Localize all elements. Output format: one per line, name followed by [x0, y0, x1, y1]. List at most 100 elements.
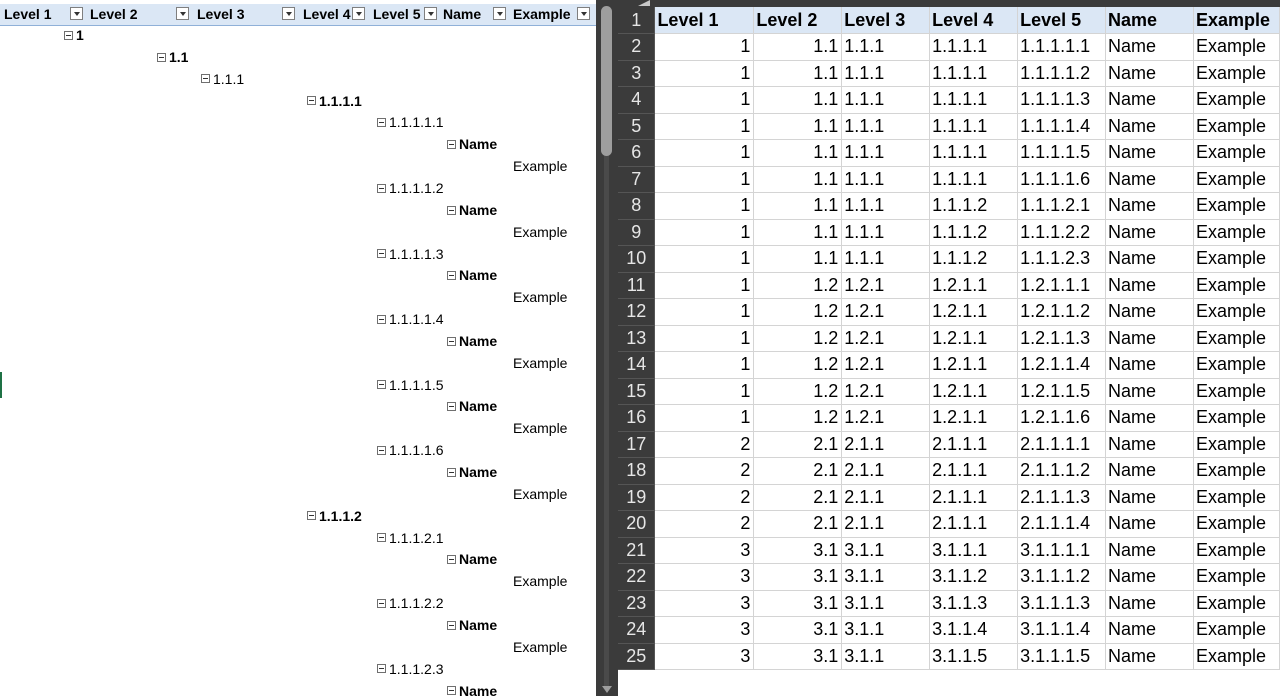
sheet-cell[interactable]: 3.1.1	[841, 537, 931, 564]
sheet-cell[interactable]: 2.1	[753, 431, 843, 458]
collapse-minus-icon[interactable]	[447, 555, 456, 565]
pivot-row[interactable]: 1.1.1.2.3	[377, 659, 444, 680]
sheet-cell[interactable]: Name	[1105, 378, 1194, 405]
collapse-minus-icon[interactable]	[447, 686, 456, 696]
sheet-cell[interactable]: 1	[654, 192, 755, 220]
row-number[interactable]: 1	[618, 7, 656, 34]
sheet-cell[interactable]: 1.2.1.1.2	[1017, 298, 1107, 326]
sheet-cell[interactable]: 2	[654, 510, 755, 538]
filter-dropdown-icon[interactable]	[577, 7, 590, 20]
sheet-cell[interactable]: 1.2.1.1.4	[1017, 351, 1107, 379]
pivot-row[interactable]: 1.1.1.1.3	[377, 244, 444, 265]
sheet-cell[interactable]: 2.1	[753, 484, 843, 511]
pivot-row[interactable]: 1.1.1.2.1	[377, 528, 444, 549]
row-number[interactable]: 4	[618, 86, 656, 114]
sheet-cell[interactable]: Example	[1193, 298, 1280, 326]
filter-dropdown-icon[interactable]	[424, 7, 437, 20]
sheet-cell[interactable]: 1	[654, 378, 755, 405]
sheet-cell[interactable]: 1.2	[753, 351, 843, 379]
sheet-cell[interactable]: 1.1.1.2	[929, 192, 1019, 220]
row-number[interactable]: 22	[618, 563, 656, 591]
sheet-cell[interactable]: 2	[654, 457, 755, 485]
row-number[interactable]: 15	[618, 378, 656, 405]
sheet-cell[interactable]: Name	[1105, 590, 1194, 617]
pivot-row[interactable]: Name	[447, 549, 497, 570]
filter-dropdown-icon[interactable]	[282, 7, 295, 20]
sheet-cell[interactable]: 1	[654, 113, 755, 140]
sheet-cell[interactable]: 1.2	[753, 325, 843, 352]
sheet-cell[interactable]: 1	[654, 86, 755, 114]
sheet-cell[interactable]: 3.1.1	[841, 616, 931, 644]
sheet-cell[interactable]: Example	[1193, 60, 1280, 87]
sheet-cell[interactable]: Example	[1193, 351, 1280, 379]
sheet-cell[interactable]: 1.2.1.1.3	[1017, 325, 1107, 352]
sheet-cell[interactable]: 3.1.1.4	[929, 616, 1019, 644]
sheet-cell[interactable]: Name	[1105, 484, 1194, 511]
pivot-row[interactable]: Name	[447, 681, 497, 696]
scroll-down-arrow-icon[interactable]	[602, 686, 612, 693]
row-number[interactable]: 11	[618, 272, 656, 299]
sheet-cell[interactable]: Example	[1193, 166, 1280, 193]
sheet-cell[interactable]: 1.2	[753, 298, 843, 326]
sheet-cell[interactable]: Example	[1193, 113, 1280, 140]
collapse-minus-icon[interactable]	[447, 140, 456, 150]
pivot-header-name[interactable]: Name	[439, 4, 509, 25]
sheet-cell[interactable]: 1.2.1	[841, 404, 931, 432]
collapse-minus-icon[interactable]	[377, 314, 386, 324]
row-number[interactable]: 21	[618, 537, 656, 564]
sheet-cell[interactable]: 2.1.1	[841, 510, 931, 538]
row-number[interactable]: 12	[618, 298, 656, 326]
row-number[interactable]: 6	[618, 139, 656, 167]
row-number[interactable]: 10	[618, 245, 656, 273]
sheet-cell[interactable]: 1	[654, 219, 755, 246]
sheet-cell[interactable]: 1.1.1.1	[929, 139, 1019, 167]
pivot-row[interactable]: 1.1.1	[201, 69, 244, 90]
sheet-header-cell[interactable]: Example	[1193, 7, 1280, 34]
sheet-cell[interactable]: 1.1.1.2	[929, 219, 1019, 246]
sheet-cell[interactable]: 1.1.1.1.6	[1017, 166, 1107, 193]
sheet-cell[interactable]: Name	[1105, 272, 1194, 299]
sheet-cell[interactable]: 1.2.1.1.1	[1017, 272, 1107, 299]
pivot-row[interactable]: Name	[447, 396, 497, 417]
sheet-cell[interactable]: 3.1.1.5	[929, 643, 1019, 670]
sheet-cell[interactable]: 3.1.1.1.1	[1017, 537, 1107, 564]
sheet-cell[interactable]: Name	[1105, 563, 1194, 591]
sheet-cell[interactable]: 1.2.1.1	[929, 351, 1019, 379]
sheet-cell[interactable]: 1.1.1	[841, 60, 931, 87]
row-number[interactable]: 14	[618, 351, 656, 379]
scrollbar-thumb[interactable]	[601, 6, 612, 156]
pivot-header-example[interactable]: Example	[509, 4, 596, 25]
sheet-cell[interactable]: Name	[1105, 139, 1194, 167]
sheet-cell[interactable]: 3	[654, 563, 755, 591]
sheet-cell[interactable]: 3.1.1.1.5	[1017, 643, 1107, 670]
pivot-row[interactable]: 1.1.1.2.2	[377, 593, 444, 614]
sheet-header-cell[interactable]: Level 5	[1017, 7, 1107, 34]
sheet-cell[interactable]: Name	[1105, 431, 1194, 458]
sheet-cell[interactable]: Example	[1193, 431, 1280, 458]
sheet-cell[interactable]: Example	[1193, 537, 1280, 564]
collapse-minus-icon[interactable]	[447, 620, 456, 630]
pivot-row[interactable]: Name	[447, 615, 497, 636]
pivot-row[interactable]: Name	[447, 200, 497, 221]
sheet-cell[interactable]: 1.1	[753, 219, 843, 246]
sheet-cell[interactable]: 1	[654, 272, 755, 299]
sheet-cell[interactable]: 3.1.1.1.2	[1017, 563, 1107, 591]
sheet-cell[interactable]: 1.2.1	[841, 378, 931, 405]
sheet-cell[interactable]: 1.1.1.1	[929, 33, 1019, 61]
sheet-cell[interactable]: 3	[654, 643, 755, 670]
row-number[interactable]: 18	[618, 457, 656, 485]
sheet-cell[interactable]: 3	[654, 537, 755, 564]
row-number[interactable]: 17	[618, 431, 656, 458]
sheet-cell[interactable]: 1.1.1.2.2	[1017, 219, 1107, 246]
pivot-row[interactable]: Example	[513, 484, 567, 505]
sheet-cell[interactable]: Example	[1193, 219, 1280, 246]
row-number[interactable]: 3	[618, 60, 656, 87]
filter-dropdown-icon[interactable]	[352, 7, 365, 20]
sheet-cell[interactable]: 1.1.1.1	[929, 166, 1019, 193]
sheet-cell[interactable]: Example	[1193, 192, 1280, 220]
collapse-minus-icon[interactable]	[377, 598, 386, 608]
sheet-cell[interactable]: 3	[654, 590, 755, 617]
sheet-cell[interactable]: 3.1	[753, 616, 843, 644]
sheet-header-cell[interactable]: Name	[1105, 7, 1194, 34]
pivot-row[interactable]: Example	[513, 418, 567, 439]
